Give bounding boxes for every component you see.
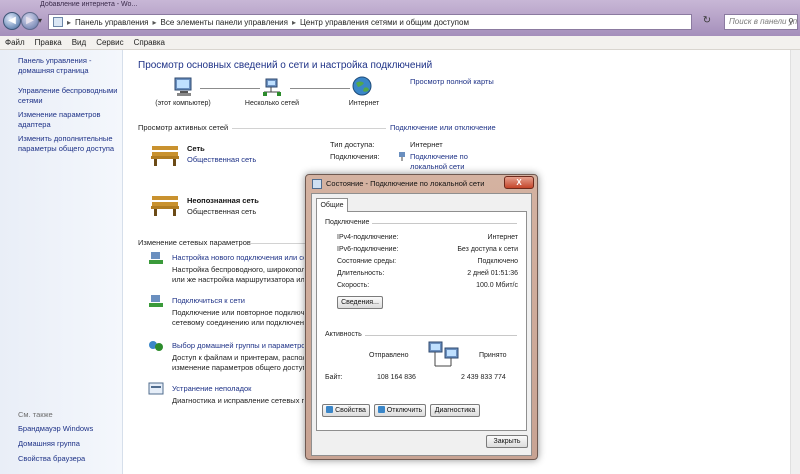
vertical-scrollbar[interactable] (790, 50, 800, 474)
network-name: Неопознанная сеть (187, 196, 259, 205)
breadcrumb-control-panel[interactable]: Панель управления (75, 18, 149, 27)
map-label-multiple-networks: Несколько сетей (244, 100, 300, 107)
bytes-label: Байт: (325, 374, 343, 381)
network-type: Общественная сеть (187, 207, 257, 216)
connection-status-dialog: Состояние - Подключение по локальной сет… (305, 174, 538, 460)
speed-label: Скорость: (337, 282, 370, 289)
setup-new-connection-link[interactable]: Настройка нового подключения или сети (172, 253, 304, 262)
new-connection-icon (149, 252, 163, 264)
search-icon: ⚲ (788, 17, 794, 26)
sidebar-item-home[interactable]: Панель управления - домашняя страница (18, 56, 122, 75)
breadcrumb-network-center[interactable]: Центр управления сетями и общим доступом (300, 18, 469, 27)
properties-button[interactable]: Свойства (322, 404, 370, 417)
task-description: Диагностика и исправление сетевых проб (172, 396, 304, 405)
sidebar-item-homegroup[interactable]: Домашняя группа (18, 439, 122, 449)
troubleshoot-link[interactable]: Устранение неполадок (172, 384, 304, 393)
ethernet-icon (399, 152, 405, 161)
task-description: или же настройка маршрутизатора или точк… (172, 275, 304, 284)
window-title-bar: Добавление интернета - Wo... ◀ ▶ ▾ ▸ Пан… (0, 0, 800, 36)
browser-tab[interactable]: Добавление интернета - Wo... (40, 1, 190, 11)
disable-button[interactable]: Отключить (374, 404, 426, 417)
speed-value: 100.0 Мбит/с (476, 282, 518, 289)
menu-file[interactable]: Файл (5, 38, 25, 47)
menu-edit[interactable]: Правка (35, 38, 62, 47)
search-input[interactable]: Поиск в панели уп... ⚲ (724, 14, 798, 30)
network-icon (263, 78, 281, 96)
breadcrumb-all-items[interactable]: Все элементы панели управления (161, 18, 288, 27)
activity-group-label: Активность (325, 331, 365, 338)
page-title: Просмотр основных сведений о сети и наст… (138, 60, 433, 71)
menu-tools[interactable]: Сервис (96, 38, 123, 47)
sidebar-item-wireless[interactable]: Управление беспроводными сетями (18, 86, 122, 105)
control-panel-icon (53, 17, 63, 27)
bytes-sent-value: 108 164 836 (377, 374, 416, 381)
task-description: Настройка беспроводного, широкополосного… (172, 265, 304, 274)
shield-icon (377, 406, 385, 413)
shield-icon (326, 406, 334, 413)
history-dropdown-icon[interactable]: ▾ (38, 16, 48, 26)
task-description: изменение параметров общего доступа (172, 363, 304, 372)
sidebar-item-browser-props[interactable]: Свойства браузера (18, 454, 122, 464)
task-description: Подключение или повторное подключение к (172, 308, 304, 317)
media-state-value: Подключено (477, 258, 518, 265)
see-also-heading: См. также (18, 410, 53, 419)
refresh-button[interactable]: ↻ (694, 14, 720, 30)
active-networks-heading: Просмотр активных сетей (138, 123, 229, 132)
network-name: Сеть (187, 144, 205, 153)
connect-to-network-link[interactable]: Подключиться к сети (172, 296, 304, 305)
troubleshoot-icon (148, 382, 164, 395)
map-connector-line (290, 88, 350, 89)
details-button[interactable]: Сведения... (337, 296, 383, 309)
map-connector-line (200, 88, 260, 89)
menu-view[interactable]: Вид (72, 38, 86, 47)
access-type-label: Тип доступа: (330, 140, 375, 149)
duration-label: Длительность: (337, 270, 385, 277)
back-button[interactable]: ◀ (3, 12, 21, 30)
sidebar-item-sharing[interactable]: Изменить дополнительные параметры общего… (18, 134, 122, 153)
forward-button[interactable]: ▶ (21, 12, 39, 30)
dialog-title: Состояние - Подключение по локальной сет… (326, 179, 485, 188)
bytes-received-value: 2 439 833 774 (461, 374, 506, 381)
ipv6-label: IPv6-подключение: (337, 246, 399, 253)
sent-label: Отправлено (369, 352, 409, 359)
public-network-bench-icon (151, 146, 179, 166)
close-button[interactable]: Закрыть (486, 435, 528, 448)
globe-icon (352, 76, 372, 96)
left-navigation-pane: Панель управления - домашняя страница Уп… (0, 50, 123, 474)
change-settings-heading: Изменение сетевых параметров (138, 238, 251, 247)
computer-icon (174, 77, 192, 96)
sidebar-item-firewall[interactable]: Брандмауэр Windows (18, 424, 122, 434)
duration-value: 2 дней 01:51:36 (467, 270, 518, 277)
tab-general[interactable]: Общие (316, 198, 348, 212)
view-full-map-link[interactable]: Просмотр полной карты (410, 77, 494, 86)
media-state-label: Состояние среды: (337, 258, 397, 265)
map-label-this-computer: (этот компьютер) (155, 100, 211, 107)
dialog-close-button[interactable]: X (504, 176, 534, 189)
map-label-internet: Интернет (348, 100, 380, 107)
ipv4-value: Интернет (487, 234, 518, 241)
ipv6-value: Без доступа к сети (457, 246, 518, 253)
lan-connection-link[interactable]: Подключение по локальной сети (410, 152, 480, 171)
ipv4-label: IPv4-подключение: (337, 234, 399, 241)
general-tab-panel: Подключение IPv4-подключение: Интернет I… (316, 211, 527, 431)
network-status-icon (312, 179, 322, 189)
homegroup-icon (149, 341, 163, 351)
address-bar[interactable]: ▸ Панель управления ▸ Все элементы панел… (48, 14, 692, 30)
diagnose-button[interactable]: Диагностика (430, 404, 480, 417)
connection-group-label: Подключение (325, 219, 373, 226)
network-type-link[interactable]: Общественная сеть (187, 155, 256, 164)
sidebar-item-adapter[interactable]: Изменение параметров адаптера (18, 110, 122, 129)
menu-bar: Файл Правка Вид Сервис Справка (0, 36, 800, 50)
connect-to-network-icon (149, 295, 163, 307)
task-description: сетевому соединению или подключению (172, 318, 304, 327)
task-description: Доступ к файлам и принтерам, располо (172, 353, 304, 362)
received-label: Принято (479, 352, 507, 359)
network-activity-icon (428, 341, 459, 367)
connect-disconnect-link[interactable]: Подключение или отключение (390, 123, 496, 132)
unidentified-network-bench-icon (151, 196, 179, 216)
connections-label: Подключения: (330, 152, 380, 161)
homegroup-sharing-link[interactable]: Выбор домашней группы и параметров (172, 341, 304, 350)
access-type-value: Интернет (410, 140, 443, 149)
menu-help[interactable]: Справка (134, 38, 165, 47)
